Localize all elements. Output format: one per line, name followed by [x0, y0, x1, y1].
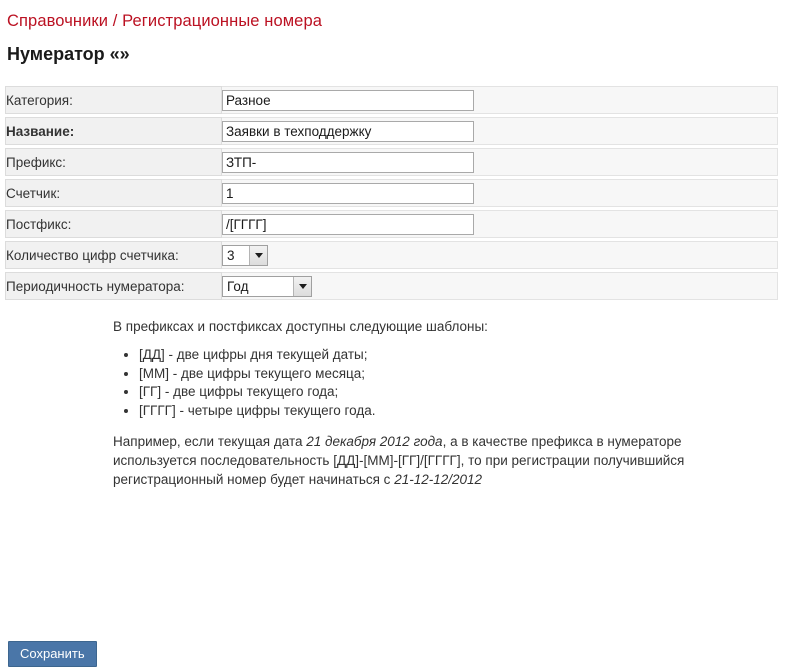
- example-date: 21 декабря 2012 года: [306, 434, 443, 449]
- field-value-postfix: [222, 210, 778, 238]
- category-input[interactable]: [222, 89, 474, 111]
- field-label-category: Категория:: [5, 86, 222, 114]
- table-row: Название:: [5, 117, 778, 145]
- template-placeholder-list: [ДД] - две цифры дня текущей даты; [ММ] …: [113, 346, 713, 420]
- table-row: Периодичность нумератора: Год: [5, 272, 778, 300]
- counter-digits-select[interactable]: 3: [222, 244, 268, 266]
- numerator-form-table: Категория: Название: Префикс:: [5, 83, 778, 303]
- example-part-1: Например, если текущая дата: [113, 434, 307, 449]
- save-button[interactable]: Сохранить: [8, 641, 97, 667]
- list-item: [ДД] - две цифры дня текущей даты;: [139, 346, 713, 365]
- field-value-prefix: [222, 148, 778, 176]
- field-value-counter-digits: 3: [222, 241, 778, 269]
- field-label-periodicity: Периодичность нумератора:: [5, 272, 222, 300]
- chevron-down-icon: [249, 245, 267, 265]
- label-text: Префикс:: [6, 154, 66, 170]
- table-row: Префикс:: [5, 148, 778, 176]
- chevron-down-icon: [293, 276, 311, 296]
- field-label-counter-digits: Количество цифр счетчика:: [5, 241, 222, 269]
- field-value-name: [222, 117, 778, 145]
- periodicity-value: Год: [227, 279, 249, 294]
- field-label-name: Название:: [5, 117, 222, 145]
- prefix-input[interactable]: [222, 151, 474, 173]
- breadcrumb[interactable]: Справочники / Регистрационные номера: [5, 0, 796, 31]
- form-actions: Сохранить: [8, 641, 97, 667]
- field-value-category: [222, 86, 778, 114]
- list-item: [ГГГГ] - четыре цифры текущего года.: [139, 402, 713, 421]
- counter-input[interactable]: [222, 182, 474, 204]
- page-container: Справочники / Регистрационные номера Нум…: [0, 0, 796, 667]
- field-label-postfix: Постфикс:: [5, 210, 222, 238]
- table-row: Количество цифр счетчика: 3: [5, 241, 778, 269]
- field-label-counter: Счетчик:: [5, 179, 222, 207]
- help-section: В префиксах и постфиксах доступны следую…: [5, 303, 713, 489]
- label-text: Счетчик:: [6, 185, 61, 201]
- page-title: Нумератор «»: [7, 44, 130, 64]
- list-item: [ГГ] - две цифры текущего года;: [139, 383, 713, 402]
- counter-digits-value: 3: [227, 248, 235, 263]
- periodicity-select[interactable]: Год: [222, 275, 312, 297]
- field-value-periodicity: Год: [222, 272, 778, 300]
- label-text: Постфикс:: [6, 216, 72, 232]
- example-result: 21-12-12/2012: [394, 472, 483, 487]
- label-text: Название:: [6, 123, 75, 139]
- help-intro-text: В префиксах и постфиксах доступны следую…: [113, 319, 488, 334]
- table-row: Счетчик:: [5, 179, 778, 207]
- label-text: Категория:: [6, 92, 73, 108]
- name-input[interactable]: [222, 120, 474, 142]
- list-item: [ММ] - две цифры текущего месяца;: [139, 365, 713, 384]
- field-label-prefix: Префикс:: [5, 148, 222, 176]
- table-row: Категория:: [5, 86, 778, 114]
- label-text: Периодичность нумератора:: [6, 278, 185, 294]
- label-text: Количество цифр счетчика:: [6, 247, 179, 263]
- field-value-counter: [222, 179, 778, 207]
- table-row: Постфикс:: [5, 210, 778, 238]
- postfix-input[interactable]: [222, 213, 474, 235]
- help-example-text: Например, если текущая дата 21 декабря 2…: [113, 432, 693, 489]
